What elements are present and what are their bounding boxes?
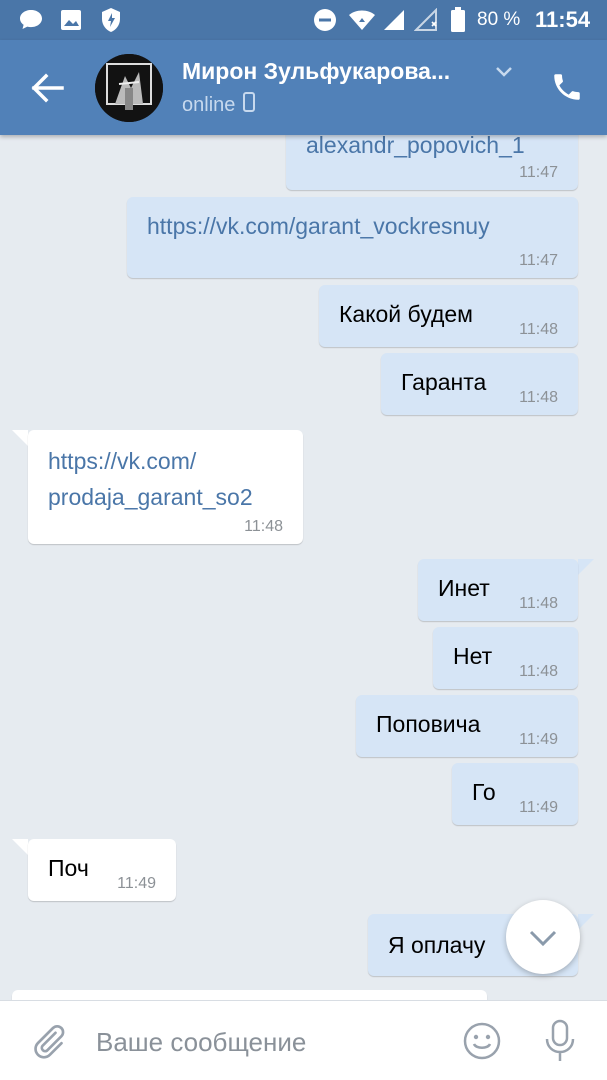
microphone-icon[interactable] — [542, 1019, 578, 1063]
message-bubble-outgoing[interactable]: Нет 11:48 — [433, 627, 578, 689]
avatar[interactable] — [95, 54, 163, 122]
mobile-icon — [243, 92, 256, 118]
message-time: 11:48 — [519, 321, 558, 338]
message-text: Инет — [438, 575, 490, 601]
message-bubble-outgoing[interactable]: Гаранта 11:48 — [381, 353, 578, 415]
message-time: 11:49 — [117, 875, 156, 892]
chat-bubble-icon — [18, 0, 44, 40]
battery-percent: 80 % — [477, 9, 521, 30]
message-bubble-outgoing[interactable]: Поповича 11:49 — [356, 695, 578, 757]
message-bubble-incoming[interactable]: https://vk.com/ prodaja_garant_so2 11:48 — [28, 430, 303, 544]
message-time: 11:48 — [519, 389, 558, 406]
chevron-down-icon[interactable] — [494, 64, 514, 78]
message-text: Поч — [48, 855, 89, 881]
online-status-text: online — [182, 93, 236, 116]
message-time: 11:49 — [519, 799, 558, 816]
message-text: Какой будем — [339, 301, 473, 327]
message-text[interactable]: https://vk.com/garant_vockresnuy — [147, 213, 490, 240]
bubble-tail — [12, 839, 28, 855]
image-icon — [60, 0, 82, 40]
signal-icon — [382, 0, 406, 40]
message-time: 11:48 — [519, 595, 558, 612]
bubble-tail — [578, 559, 594, 575]
battery-icon — [450, 0, 466, 40]
message-bubble-outgoing[interactable]: https://vk.com/garant_vockresnuy 11:47 — [127, 197, 578, 278]
do-not-disturb-icon — [313, 0, 337, 40]
message-text: Гаранта — [401, 369, 487, 395]
smile-icon[interactable] — [462, 1021, 502, 1061]
contact-name[interactable]: Мирон Зульфукарова... — [182, 58, 472, 85]
bubble-tail — [578, 914, 594, 930]
paperclip-icon[interactable] — [28, 1021, 68, 1063]
message-bubble-outgoing[interactable]: Го 11:49 — [452, 763, 578, 825]
message-text: Я оплачу — [388, 932, 486, 958]
message-time: 11:49 — [519, 731, 558, 748]
message-text-line1[interactable]: https://vk.com/ — [48, 448, 196, 475]
message-text: Го — [472, 779, 496, 805]
phone-icon[interactable] — [550, 70, 584, 104]
message-text[interactable]: alexandr_popovich_1 — [306, 132, 525, 159]
message-time: 11:47 — [519, 164, 558, 181]
message-input-bar: Ваше сообщение — [0, 1000, 607, 1080]
back-arrow-icon[interactable] — [28, 70, 68, 106]
message-bubble-outgoing[interactable]: Какой будем 11:48 — [319, 285, 578, 347]
chat-header: Мирон Зульфукарова... online — [0, 40, 607, 135]
chevron-down-icon — [529, 930, 557, 947]
message-bubble-outgoing[interactable]: Инет 11:48 — [418, 559, 578, 621]
message-time: 11:48 — [244, 518, 283, 535]
message-input[interactable]: Ваше сообщение — [96, 1027, 306, 1058]
shield-icon — [100, 0, 122, 40]
contact-status: online — [182, 92, 256, 118]
message-time: 11:47 — [519, 252, 558, 269]
message-text: Нет — [453, 643, 493, 669]
message-text: Поповича — [376, 711, 481, 737]
status-time: 11:54 — [535, 7, 591, 32]
message-time: 11:48 — [519, 663, 558, 680]
signal-empty-icon — [414, 0, 438, 40]
status-bar: 80 % 11:54 — [0, 0, 607, 40]
bubble-tail — [12, 430, 28, 446]
message-bubble-incoming[interactable]: Поч 11:49 — [28, 839, 176, 901]
wifi-icon — [348, 0, 376, 40]
message-text-line2[interactable]: prodaja_garant_so2 — [48, 484, 253, 511]
scroll-down-button[interactable] — [506, 900, 580, 974]
